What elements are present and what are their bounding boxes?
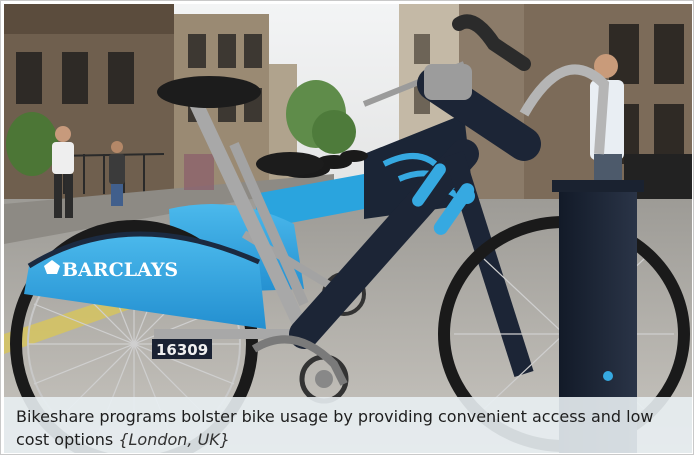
left-building [4,4,297,204]
figure: BARCLAYS 16309 Bikeshare programs bolste… [0,0,694,455]
caption-location: {London, UK} [118,430,230,449]
bike-number: 16309 [156,341,208,359]
caption-text: Bikeshare programs bolster bike usage by… [16,407,654,449]
bikeshare-photo: BARCLAYS 16309 [4,4,692,453]
brand-text: BARCLAYS [62,259,178,281]
photo-caption: Bikeshare programs bolster bike usage by… [4,397,692,453]
